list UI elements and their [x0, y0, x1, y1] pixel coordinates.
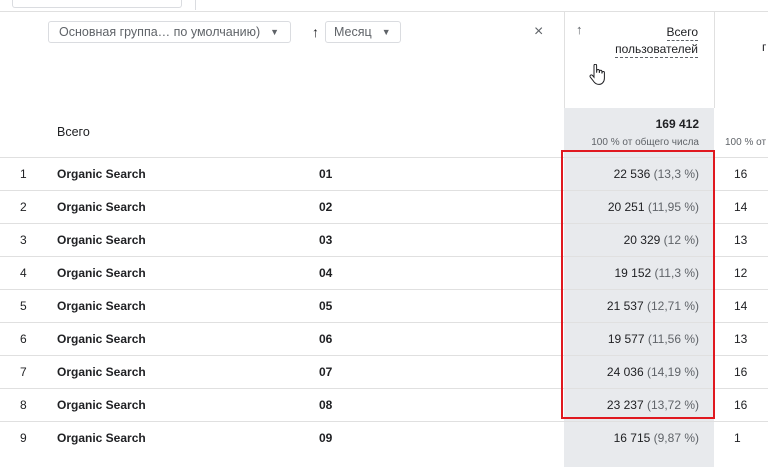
source-cell: Organic Search — [57, 167, 146, 181]
table-row[interactable]: 6 Organic Search 06 19 577 (11,56 %) 13 — [0, 322, 768, 355]
month-cell: 01 — [319, 167, 333, 181]
users-percent: (12 %) — [663, 233, 699, 247]
totals-subtext: 100 % от общего числа — [591, 137, 699, 148]
row-index: 6 — [20, 332, 27, 346]
table-row[interactable]: 5 Organic Search 05 21 537 (12,71 %) 14 — [0, 289, 768, 322]
table-row[interactable]: 1 Organic Search 01 22 536 (13,3 %) 16 — [0, 157, 768, 190]
users-value: 16 715 — [613, 431, 651, 445]
month-cell: 06 — [319, 332, 333, 346]
metric-column-title[interactable]: Всего пользователей — [615, 24, 698, 58]
next-metric-cell: 13 — [734, 332, 748, 346]
row-index: 2 — [20, 200, 27, 214]
users-value: 20 251 — [607, 200, 645, 214]
source-cell: Organic Search — [57, 299, 146, 313]
next-metric-title[interactable]: г — [762, 40, 766, 54]
source-cell: Organic Search — [57, 431, 146, 445]
table-row[interactable]: 8 Organic Search 08 23 237 (13,72 %) 16 — [0, 388, 768, 421]
users-percent: (13,3 %) — [653, 167, 699, 181]
users-cell: 19 577 (11,56 %) — [564, 323, 699, 355]
users-percent: (13,72 %) — [646, 398, 699, 412]
row-index: 7 — [20, 365, 27, 379]
users-percent: (11,56 %) — [647, 332, 699, 346]
users-percent: (9,87 %) — [653, 431, 699, 445]
top-control-stub[interactable] — [12, 0, 182, 8]
data-table-body: 1 Organic Search 01 22 536 (13,3 %) 16 2… — [0, 157, 768, 454]
row-index: 9 — [20, 431, 27, 445]
hand-pointer-icon — [589, 64, 605, 85]
next-metric-cell: 16 — [734, 167, 748, 181]
next-metric-cell: 14 — [734, 200, 748, 214]
chevron-down-icon: ▼ — [381, 27, 391, 37]
chevron-down-icon: ▼ — [270, 27, 280, 37]
totals-value: 169 412 — [655, 117, 699, 131]
month-cell: 04 — [319, 266, 333, 280]
users-value: 24 036 — [606, 365, 644, 379]
toolbar-divider — [195, 0, 196, 10]
source-cell: Organic Search — [57, 365, 146, 379]
table-row[interactable]: 4 Organic Search 04 19 152 (11,3 %) 12 — [0, 256, 768, 289]
next-metric-cell: 14 — [734, 299, 748, 313]
month-cell: 07 — [319, 365, 333, 379]
secondary-dimension-label: Месяц — [334, 25, 372, 39]
source-cell: Organic Search — [57, 233, 146, 247]
users-value: 21 537 — [606, 299, 644, 313]
next-metric-cell: 16 — [734, 365, 748, 379]
row-index: 8 — [20, 398, 27, 412]
users-value: 23 237 — [606, 398, 644, 412]
table-row[interactable]: 9 Organic Search 09 16 715 (9,87 %) 1 — [0, 421, 768, 454]
arrow-up-icon[interactable]: ↑ — [312, 24, 319, 40]
users-cell: 20 251 (11,95 %) — [564, 191, 699, 223]
source-cell: Organic Search — [57, 398, 146, 412]
month-cell: 08 — [319, 398, 333, 412]
source-cell: Organic Search — [57, 200, 146, 214]
totals-label: Всего — [57, 125, 90, 139]
arrow-up-icon[interactable]: ↑ — [576, 22, 583, 37]
users-cell: 20 329 (12 %) — [564, 224, 699, 256]
users-value: 20 329 — [623, 233, 661, 247]
month-cell: 03 — [319, 233, 333, 247]
close-icon[interactable]: × — [534, 23, 543, 41]
month-cell: 02 — [319, 200, 333, 214]
users-cell: 16 715 (9,87 %) — [564, 422, 699, 454]
month-cell: 05 — [319, 299, 333, 313]
column-divider — [714, 12, 715, 108]
secondary-dimension-select[interactable]: Месяц ▼ — [325, 21, 401, 43]
source-cell: Organic Search — [57, 266, 146, 280]
month-cell: 09 — [319, 431, 333, 445]
metric-title-line1: Всего — [666, 25, 698, 41]
primary-dimension-label: Основная группа… по умолчанию) — [59, 25, 261, 39]
next-metric-cell: 1 — [734, 431, 741, 445]
row-index: 1 — [20, 167, 27, 181]
next-metric-cell: 12 — [734, 266, 748, 280]
next-metric-cell: 13 — [734, 233, 748, 247]
users-cell: 24 036 (14,19 %) — [564, 356, 699, 388]
table-row[interactable]: 2 Organic Search 02 20 251 (11,95 %) 14 — [0, 190, 768, 223]
users-value: 19 577 — [607, 332, 645, 346]
next-metric-cell: 16 — [734, 398, 748, 412]
users-percent: (12,71 %) — [646, 299, 699, 313]
users-value: 22 536 — [613, 167, 651, 181]
users-percent: (11,95 %) — [647, 200, 699, 214]
users-cell: 23 237 (13,72 %) — [564, 389, 699, 421]
row-index: 3 — [20, 233, 27, 247]
next-totals-subtext: 100 % от — [725, 137, 767, 148]
users-value: 19 152 — [614, 266, 652, 280]
users-percent: (11,3 %) — [654, 266, 699, 280]
users-percent: (14,19 %) — [646, 365, 699, 379]
users-cell: 19 152 (11,3 %) — [564, 257, 699, 289]
primary-dimension-select[interactable]: Основная группа… по умолчанию) ▼ — [48, 21, 291, 43]
row-index: 5 — [20, 299, 27, 313]
top-toolbar-strip — [0, 0, 768, 12]
source-cell: Organic Search — [57, 332, 146, 346]
users-cell: 21 537 (12,71 %) — [564, 290, 699, 322]
table-row[interactable]: 3 Organic Search 03 20 329 (12 %) 13 — [0, 223, 768, 256]
row-index: 4 — [20, 266, 27, 280]
table-row[interactable]: 7 Organic Search 07 24 036 (14,19 %) 16 — [0, 355, 768, 388]
metric-title-line2: пользователей — [615, 42, 698, 58]
users-cell: 22 536 (13,3 %) — [564, 158, 699, 190]
